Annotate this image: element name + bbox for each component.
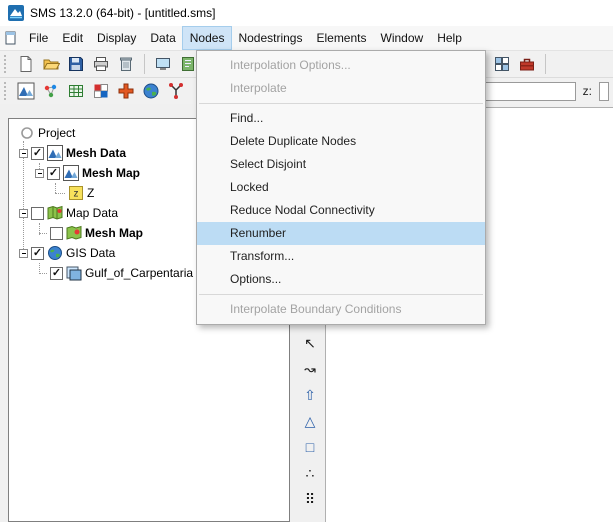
menu-item-reduce-nodal-connectivity[interactable]: Reduce Nodal Connectivity <box>197 199 485 222</box>
globe-icon <box>47 245 63 261</box>
menu-item-find[interactable]: Find... <box>197 107 485 130</box>
collapse-icon[interactable] <box>19 148 28 158</box>
gis-module-button[interactable] <box>140 80 162 102</box>
menu-window[interactable]: Window <box>374 27 431 49</box>
document-icon <box>4 30 20 46</box>
tree-item-label: Mesh Map <box>85 226 144 240</box>
menu-display[interactable]: Display <box>90 27 143 49</box>
raster-module-button[interactable] <box>90 80 112 102</box>
delete-button[interactable] <box>115 53 137 75</box>
menu-file[interactable]: File <box>22 27 55 49</box>
tree-line <box>55 183 56 193</box>
vertex-points-tool[interactable]: ∴ <box>299 462 321 484</box>
toolbar-grip <box>4 55 9 73</box>
scatter-module-button[interactable] <box>40 80 62 102</box>
menu-item-interpolate: Interpolate <box>230 81 287 95</box>
create-triangle-tool[interactable]: △ <box>299 410 321 432</box>
checkbox-mesh-data[interactable]: ✓ <box>31 146 44 160</box>
create-node-tool[interactable]: ⇧ <box>299 384 321 406</box>
menu-separator <box>199 294 483 295</box>
open-file-button[interactable] <box>40 53 62 75</box>
toolbar-separator <box>545 54 546 74</box>
z-dataset-icon: z <box>68 185 84 201</box>
app-window: SMS 13.2.0 (64-bit) - [untitled.sms] Fil… <box>0 0 613 522</box>
z-field[interactable] <box>599 81 609 101</box>
menu-item-interpolation-options: Interpolation Options... <box>230 58 351 72</box>
coverage-icon <box>66 225 82 241</box>
nodestring-module-button[interactable] <box>165 80 187 102</box>
menu-nodes[interactable]: Nodes <box>181 26 233 50</box>
save-button[interactable] <box>65 53 87 75</box>
svg-text:z: z <box>74 189 79 200</box>
grid-module-button[interactable] <box>65 80 87 102</box>
menu-edit[interactable]: Edit <box>55 27 90 49</box>
menu-item-interpolate-boundary-conditions: Interpolate Boundary Conditions <box>230 302 402 316</box>
create-quad-tool[interactable]: □ <box>299 436 321 458</box>
tree-item-label: Mesh Map <box>82 166 141 180</box>
menu-item-select-disjoint[interactable]: Select Disjoint <box>197 153 485 176</box>
window-layout-button[interactable] <box>491 53 513 75</box>
menu-help[interactable]: Help <box>430 27 469 49</box>
menubar: File Edit Display Data Nodes Nodestrings… <box>0 26 613 50</box>
tree-line <box>39 273 47 274</box>
menu-item-locked[interactable]: Locked <box>197 176 485 199</box>
collapse-icon[interactable] <box>35 168 44 178</box>
menu-item-transform[interactable]: Transform... <box>197 245 485 268</box>
new-file-button[interactable] <box>15 53 37 75</box>
checkbox-mesh-map-coverage[interactable] <box>50 226 63 240</box>
checkbox-gulf[interactable]: ✓ <box>50 266 63 280</box>
tree-item-label: Project <box>38 126 76 140</box>
tree-item-label: Gulf_of_Carpentaria <box>85 266 194 280</box>
checkbox-map-data[interactable] <box>31 206 44 220</box>
tree-item-label: Z <box>87 186 95 200</box>
toolbar-separator <box>144 54 145 74</box>
print-button[interactable] <box>90 53 112 75</box>
tree-line <box>23 141 24 253</box>
window-title: SMS 13.2.0 (64-bit) - [untitled.sms] <box>30 6 216 20</box>
display-options-button[interactable] <box>152 53 174 75</box>
menu-item-delete-duplicate-nodes[interactable]: Delete Duplicate Nodes <box>197 130 485 153</box>
tree-item-label: Mesh Data <box>66 146 127 160</box>
menu-data[interactable]: Data <box>143 27 182 49</box>
project-icon <box>19 125 35 141</box>
tree-item-label: GIS Data <box>66 246 116 260</box>
coordinate-field[interactable] <box>471 81 576 101</box>
tree-item-label: Map Data <box>66 206 119 220</box>
tree-line <box>55 193 65 194</box>
select-nodestring-tool[interactable]: ↝ <box>299 358 321 380</box>
gis-layer-icon <box>66 265 82 281</box>
app-icon <box>8 5 24 21</box>
z-label: z: <box>582 84 592 98</box>
select-arrow-tool[interactable]: ↖ <box>299 332 321 354</box>
menu-elements[interactable]: Elements <box>309 27 373 49</box>
mesh-icon <box>47 145 63 161</box>
titlebar: SMS 13.2.0 (64-bit) - [untitled.sms] <box>0 0 613 26</box>
collapse-icon[interactable] <box>19 248 28 258</box>
curvilinear-module-button[interactable] <box>115 80 137 102</box>
menu-item-renumber[interactable]: Renumber <box>197 222 485 245</box>
nodes-menu-dropdown: Interpolation Options... Interpolate Fin… <box>196 50 486 325</box>
checkbox-gis-data[interactable]: ✓ <box>31 246 44 260</box>
grid-points-tool[interactable]: ⠿ <box>299 488 321 510</box>
map-icon <box>47 205 63 221</box>
mesh-module-button[interactable] <box>15 80 37 102</box>
menu-nodestrings[interactable]: Nodestrings <box>231 27 309 49</box>
menu-separator <box>199 103 483 104</box>
toolbar-grip <box>4 82 9 100</box>
collapse-icon[interactable] <box>19 208 28 218</box>
menu-item-options[interactable]: Options... <box>197 268 485 291</box>
checkbox-mesh-map[interactable]: ✓ <box>47 166 60 180</box>
mesh-map-icon <box>63 165 79 181</box>
tree-line <box>39 233 47 234</box>
toolbox-button[interactable] <box>516 53 538 75</box>
